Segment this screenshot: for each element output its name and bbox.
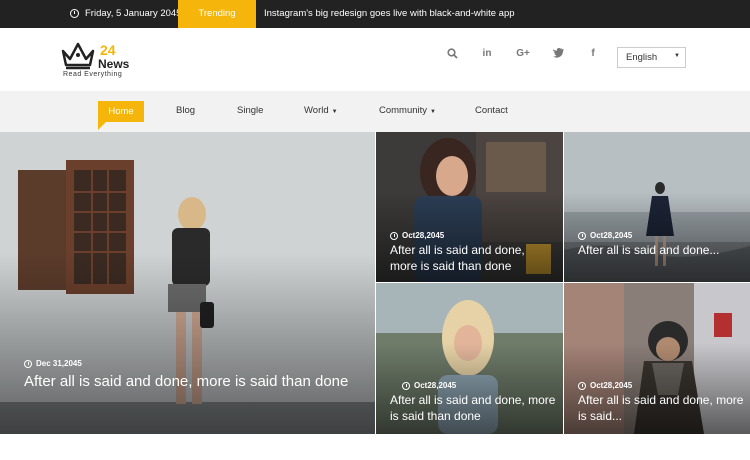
logo-number: 24 (100, 42, 116, 58)
post-title[interactable]: After all is said and done... (578, 242, 743, 258)
site-header: 24 News Read Everything in G+ f English … (0, 28, 750, 91)
post-date: Dec 31,2045 (24, 359, 82, 368)
top-bar: Friday, 5 January 2045 Trending Instagra… (0, 0, 750, 38)
post-date-text: Oct28,2045 (590, 381, 633, 390)
logo-tagline: Read Everything (63, 71, 123, 78)
nav-community-label: Community (379, 105, 428, 116)
post-title[interactable]: After all is said and done, more is said… (24, 372, 374, 392)
post-date: Oct28,2045 (402, 381, 456, 390)
post-date: Oct28,2045 (578, 231, 632, 240)
featured-card-top-right[interactable]: Oct28,2045 After all is said and done... (564, 132, 750, 282)
crown-icon (61, 42, 95, 70)
nav-home[interactable]: Home (98, 101, 144, 130)
language-value: English (626, 52, 658, 63)
nav-community[interactable]: Community ▼ (379, 105, 436, 116)
trending-label: Trending (178, 0, 256, 38)
post-title[interactable]: After all is said and done, more is said… (578, 392, 748, 424)
chevron-down-icon: ▼ (674, 53, 680, 59)
clock-icon (390, 231, 398, 240)
post-date: Oct28,2045 (390, 231, 444, 240)
post-title[interactable]: After all is said and done, more is said… (390, 392, 563, 424)
logo-name: News (98, 57, 130, 71)
clock-icon (70, 9, 79, 18)
linkedin-icon[interactable]: in (479, 48, 495, 59)
featured-card-top-middle[interactable]: Oct28,2045 After all is said and done, m… (376, 132, 563, 282)
twitter-icon[interactable] (550, 48, 566, 61)
clock-icon (402, 381, 410, 390)
post-date: Oct28,2045 (578, 381, 632, 390)
language-select[interactable]: English ▼ (617, 47, 686, 68)
main-nav: Home Blog Single World ▼ Community ▼ Conta… (0, 91, 750, 132)
nav-contact[interactable]: Contact (475, 105, 508, 116)
clock-icon (24, 359, 32, 368)
caret-down-icon: ▼ (331, 109, 338, 115)
post-date-text: Oct28,2045 (590, 231, 633, 240)
nav-blog[interactable]: Blog (176, 105, 195, 116)
post-date-text: Oct28,2045 (414, 381, 457, 390)
featured-card-bottom-middle[interactable]: Oct28,2045 After all is said and done, m… (376, 283, 563, 434)
featured-card-bottom-right[interactable]: Oct28,2045 After all is said and done, m… (564, 283, 750, 434)
image-gradient-overlay (0, 252, 375, 434)
date-display: Friday, 5 January 2045 (70, 8, 181, 19)
caret-down-icon: ▼ (430, 109, 436, 115)
post-date-text: Dec 31,2045 (36, 359, 82, 368)
google-plus-icon[interactable]: G+ (513, 48, 533, 59)
clock-icon (578, 231, 586, 240)
facebook-icon[interactable]: f (585, 48, 601, 59)
nav-world[interactable]: World ▼ (304, 105, 338, 116)
trending-ticker[interactable]: Instagram's big redesign goes live with … (264, 8, 515, 19)
clock-icon (578, 381, 586, 390)
search-icon[interactable] (444, 48, 460, 62)
nav-world-label: World (304, 105, 329, 116)
nav-single[interactable]: Single (237, 105, 263, 116)
date-text: Friday, 5 January 2045 (85, 8, 182, 19)
featured-main-card[interactable]: Dec 31,2045 After all is said and done, … (0, 132, 375, 434)
post-date-text: Oct28,2045 (402, 231, 445, 240)
post-title[interactable]: After all is said and done, more is said… (390, 242, 550, 274)
site-logo[interactable]: 24 News Read Everything (60, 39, 140, 83)
